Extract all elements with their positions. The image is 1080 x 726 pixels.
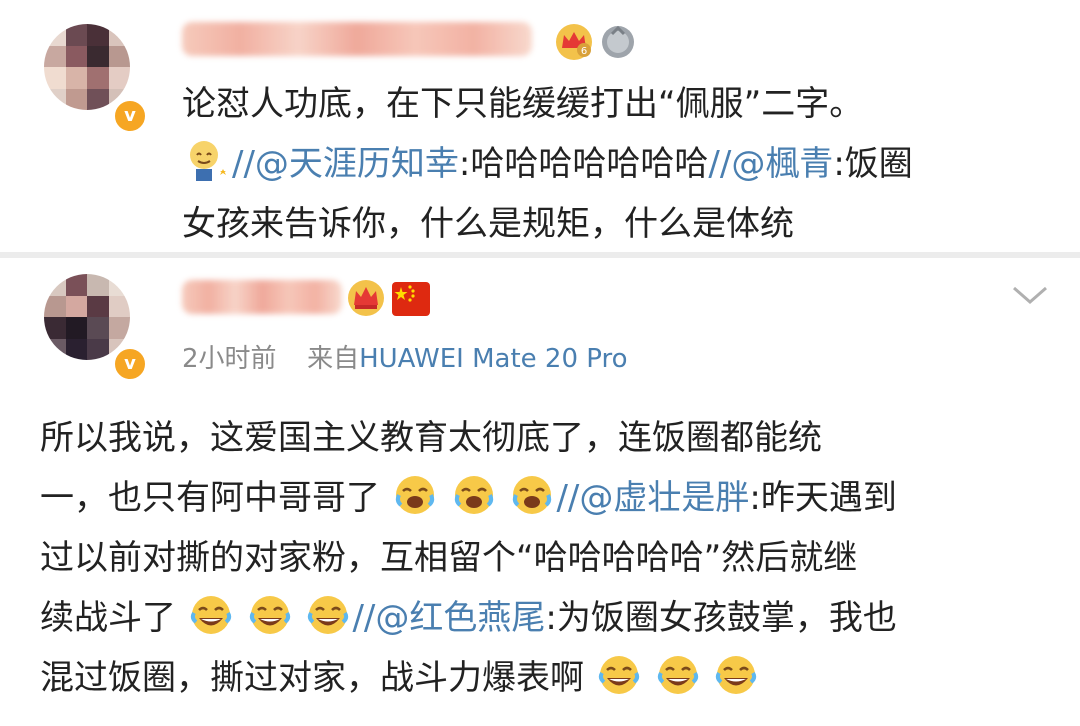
comment-card-2: v 2小时前 来自HUAWEI Mate 20 Pro 所以我说，这爱国主义教育… — [0, 258, 1080, 726]
avatar[interactable] — [44, 24, 130, 110]
crown-icon — [348, 280, 384, 316]
sweat-smile-emoji — [190, 141, 226, 181]
post-meta: 2小时前 来自HUAWEI Mate 20 Pro — [182, 338, 628, 375]
repost-text: :哈哈哈哈哈哈哈 — [458, 144, 709, 184]
comment-card-1: v 6 论怼人功底，在下只能缓缓打出“佩服”二字。 //@天涯历知幸:哈哈哈哈哈… — [0, 0, 1080, 252]
mention-link[interactable]: @红色燕尾 — [375, 598, 545, 638]
comment-line: 一，也只有阿中哥哥了 //@虚壮是胖:昨天遇到 — [40, 470, 897, 526]
repost-separator: // — [352, 598, 376, 638]
chevron-down-icon[interactable] — [1010, 282, 1050, 308]
comment-text: 续战斗了 — [40, 598, 176, 638]
verified-v-badge: v — [112, 98, 148, 134]
laugh-emoji — [598, 656, 639, 694]
crown-icon: 6 — [556, 24, 592, 60]
laugh-emoji — [308, 596, 349, 634]
verified-v-badge: v — [112, 346, 148, 382]
laugh-emoji — [249, 596, 290, 634]
china-flag-icon — [392, 282, 430, 316]
comment-line: 续战斗了 //@红色燕尾:为饭圈女孩鼓掌，我也 — [40, 590, 897, 646]
mention-link[interactable]: @虚壮是胖 — [579, 478, 749, 518]
laugh-emoji — [190, 596, 231, 634]
mention-link[interactable]: @楓青 — [731, 144, 833, 184]
source-prefix: 来自 — [307, 344, 360, 374]
cry-laugh-emoji — [513, 476, 552, 514]
laugh-emoji — [657, 656, 698, 694]
laugh-emoji — [716, 656, 757, 694]
username-blurred[interactable] — [182, 280, 342, 314]
comment-line: //@天涯历知幸:哈哈哈哈哈哈哈//@楓青:饭圈 — [182, 136, 913, 192]
comment-line: 女孩来告诉你，什么是规矩，什么是体统 — [182, 204, 794, 244]
comment-line: 混过饭圈，撕过对家，战斗力爆表啊 — [40, 650, 760, 706]
repost-separator: // — [708, 144, 732, 184]
username-blurred[interactable] — [182, 22, 532, 56]
comment-line: 论怼人功底，在下只能缓缓打出“佩服”二字。 — [182, 84, 864, 124]
comment-line: 过以前对撕的对家粉，互相留个“哈哈哈哈哈”然后就继 — [40, 538, 858, 578]
comment-text: 一，也只有阿中哥哥了 — [40, 478, 380, 518]
comment-line: 所以我说，这爱国主义教育太彻底了，连饭圈都能统 — [40, 418, 822, 458]
timestamp: 2小时前 — [182, 344, 277, 374]
cry-laugh-emoji — [454, 476, 493, 514]
comment-text: 混过饭圈，撕过对家，战斗力爆表啊 — [40, 658, 584, 698]
mention-link[interactable]: @天涯历知幸 — [255, 144, 459, 184]
svg-text:6: 6 — [581, 46, 587, 57]
medal-icon — [602, 25, 634, 58]
repost-separator: // — [556, 478, 580, 518]
device-link[interactable]: HUAWEI Mate 20 Pro — [359, 344, 627, 374]
repost-text: :饭圈 — [833, 144, 913, 184]
repost-text: :昨天遇到 — [749, 478, 897, 518]
cry-laugh-emoji — [395, 476, 434, 514]
avatar[interactable] — [44, 274, 130, 360]
repost-text: :为饭圈女孩鼓掌，我也 — [545, 598, 897, 638]
repost-separator: // — [232, 144, 255, 184]
